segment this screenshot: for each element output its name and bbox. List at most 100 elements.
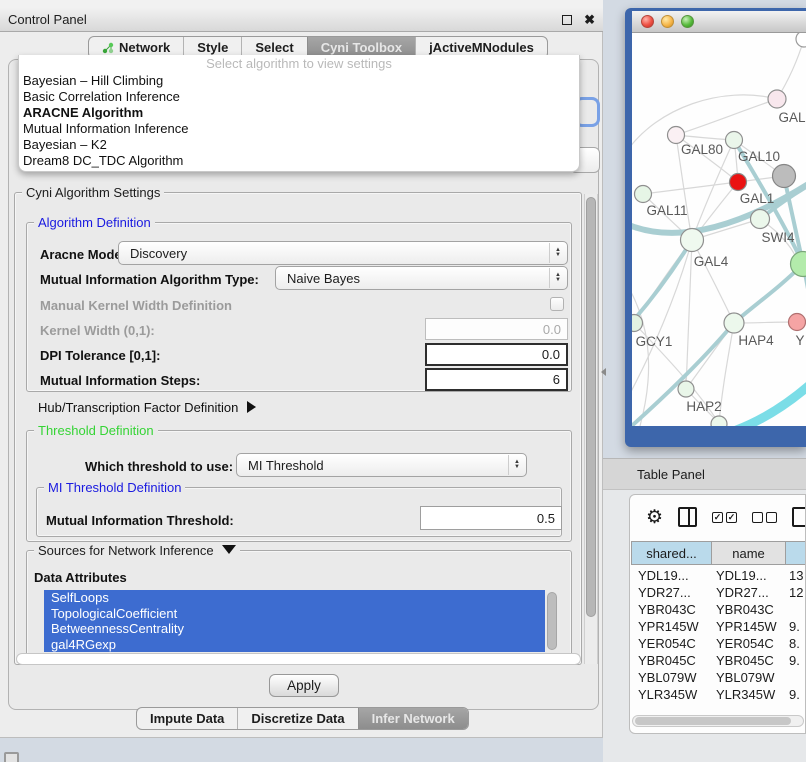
- table-row[interactable]: YPR145WYPR145W9.: [631, 618, 806, 635]
- data-attributes-list: SelfLoopsTopologicalCoefficientBetweenne…: [44, 590, 545, 652]
- which-threshold-combobox[interactable]: MI Threshold ▲▼: [236, 453, 527, 477]
- table-row[interactable]: YLR345WYLR345W9.: [631, 686, 806, 703]
- network-canvas[interactable]: GALGAL80GAL10GAL1GAL11SWI4GAL4GCY1HAP4YH…: [632, 33, 806, 426]
- algorithm-option[interactable]: ARACNE Algorithm: [19, 105, 579, 121]
- manual-kernel-checkbox[interactable]: [550, 297, 564, 311]
- attribute-item[interactable]: gal4RGexp: [44, 637, 545, 653]
- settings-scrollbar-thumb[interactable]: [586, 197, 596, 617]
- algorithm-option[interactable]: Basic Correlation Inference: [19, 89, 579, 105]
- mi-steps-field[interactable]: 6: [425, 368, 568, 391]
- table-cell: 9.: [786, 686, 806, 703]
- minimize-traffic-light-icon[interactable]: [661, 15, 674, 28]
- float-window-icon[interactable]: [562, 15, 572, 25]
- table-cell: YBL079W: [712, 669, 786, 686]
- attributes-list-scrollbar[interactable]: [547, 592, 557, 650]
- table-row[interactable]: YBL079WYBL079W: [631, 669, 806, 686]
- network-node-hap2[interactable]: [678, 381, 694, 397]
- node-label: HAP2: [686, 399, 721, 414]
- zoom-traffic-light-icon[interactable]: [681, 15, 694, 28]
- table-panel: ⚙ ✓✓ shared...name YDL19...YDL19...13YDR…: [629, 494, 806, 734]
- algorithm-dropdown-list: Bayesian – Hill ClimbingBasic Correlatio…: [19, 73, 579, 169]
- pane-collapse-arrow[interactable]: [601, 368, 606, 376]
- node-label: GAL80: [681, 142, 723, 157]
- table-cell: YDL19...: [712, 567, 786, 584]
- column-header[interactable]: [786, 541, 806, 565]
- settings-horizontal-scrollbar[interactable]: [16, 653, 581, 665]
- kernel-width-field[interactable]: 0.0: [425, 318, 568, 340]
- control-panel-title: Control Panel: [8, 12, 562, 27]
- attribute-item[interactable]: BetweennessCentrality: [44, 621, 545, 637]
- algorithm-option[interactable]: Bayesian – Hill Climbing: [19, 73, 579, 89]
- network-node-hap4[interactable]: [724, 313, 744, 333]
- caret-down-icon: [222, 545, 236, 554]
- network-node-gal80[interactable]: [668, 127, 685, 144]
- table-cell: YBR043C: [631, 601, 712, 618]
- column-header[interactable]: name: [712, 541, 786, 565]
- data-attributes-label: Data Attributes: [34, 570, 127, 585]
- close-traffic-light-icon[interactable]: [641, 15, 654, 28]
- aracne-mode-label: Aracne Mode:: [40, 247, 126, 262]
- network-node-y[interactable]: [789, 314, 806, 331]
- network-node-gal[interactable]: [768, 90, 786, 108]
- algorithm-option[interactable]: Bayesian – K2: [19, 137, 579, 153]
- attribute-item[interactable]: TopologicalCoefficient: [44, 606, 545, 622]
- minimized-window-icon[interactable]: [4, 752, 19, 762]
- table-row[interactable]: YBR045CYBR045C9.: [631, 652, 806, 669]
- table-row[interactable]: YDL19...YDL19...13: [631, 567, 806, 584]
- hub-definition-toggle[interactable]: Hub/Transcription Factor Definition: [38, 400, 256, 415]
- stepper-arrows-icon: ▲▼: [508, 455, 525, 475]
- network-node[interactable]: [773, 165, 796, 188]
- tab-impute-data[interactable]: Impute Data: [137, 708, 237, 729]
- table-header: shared...name: [631, 541, 806, 565]
- table-cell: 9.: [786, 618, 806, 635]
- split-column-icon[interactable]: [678, 507, 697, 527]
- network-window-titlebar[interactable]: [632, 11, 806, 33]
- table-cell: YIL052C: [712, 703, 786, 707]
- node-label: GCY1: [636, 334, 673, 349]
- table-horizontal-scrollbar[interactable]: [632, 715, 804, 727]
- table-hscroll-thumb[interactable]: [635, 717, 791, 725]
- table-cell: YDR27...: [712, 584, 786, 601]
- mi-steps-label: Mutual Information Steps:: [40, 373, 200, 388]
- network-icon: [102, 42, 114, 54]
- network-node[interactable]: [796, 33, 806, 47]
- hub-definition-label: Hub/Transcription Factor Definition: [38, 400, 238, 415]
- file-icon[interactable]: [792, 507, 806, 527]
- table-row[interactable]: YDR27...YDR27...12: [631, 584, 806, 601]
- network-node-gal10[interactable]: [726, 132, 743, 149]
- algorithm-option[interactable]: Mutual Information Inference: [19, 121, 579, 137]
- column-header[interactable]: shared...: [631, 541, 712, 565]
- gear-icon[interactable]: ⚙: [646, 508, 663, 527]
- table-row[interactable]: YER054CYER054C8.: [631, 635, 806, 652]
- sources-title[interactable]: Sources for Network Inference: [34, 543, 240, 558]
- table-row[interactable]: YBR043CYBR043C: [631, 601, 806, 618]
- node-label: GAL10: [738, 149, 780, 164]
- algorithm-option[interactable]: Dream8 DC_TDC Algorithm: [19, 153, 579, 169]
- network-node-swi4[interactable]: [751, 210, 770, 229]
- table-cell: YIL052C: [631, 703, 712, 707]
- network-node[interactable]: [711, 416, 727, 426]
- apply-button[interactable]: Apply: [269, 674, 339, 697]
- tab-infer-network[interactable]: Infer Network: [358, 708, 468, 729]
- network-node-gal1[interactable]: [730, 174, 747, 191]
- table-cell: YPR145W: [712, 618, 786, 635]
- dpi-tolerance-field[interactable]: 0.0: [425, 343, 568, 366]
- aracne-mode-combobox[interactable]: Discovery ▲▼: [118, 241, 568, 265]
- deselect-all-checkboxes-icon[interactable]: [752, 512, 777, 523]
- threshold-definition-title: Threshold Definition: [34, 423, 158, 438]
- mi-type-combobox[interactable]: Naive Bayes ▲▼: [275, 266, 568, 290]
- table-cell: YLR345W: [631, 686, 712, 703]
- select-all-checkboxes-icon[interactable]: ✓✓: [712, 512, 737, 523]
- node-label: GAL11: [646, 203, 687, 218]
- close-icon[interactable]: ✖: [584, 15, 595, 25]
- attribute-item[interactable]: SelfLoops: [44, 590, 545, 606]
- network-node-gal11[interactable]: [635, 186, 652, 203]
- mi-type-label: Mutual Information Algorithm Type:: [40, 272, 259, 287]
- network-node-gal4[interactable]: [681, 229, 704, 252]
- mi-threshold-field[interactable]: 0.5: [420, 506, 562, 530]
- algorithm-definition-title: Algorithm Definition: [34, 215, 155, 230]
- sources-title-text: Sources for Network Inference: [38, 543, 214, 558]
- tab-discretize-data[interactable]: Discretize Data: [237, 708, 357, 729]
- table-panel-area: ⚙ ✓✓ shared...name YDL19...YDL19...13YDR…: [603, 490, 806, 762]
- table-row[interactable]: YIL052CYIL052C9: [631, 703, 806, 707]
